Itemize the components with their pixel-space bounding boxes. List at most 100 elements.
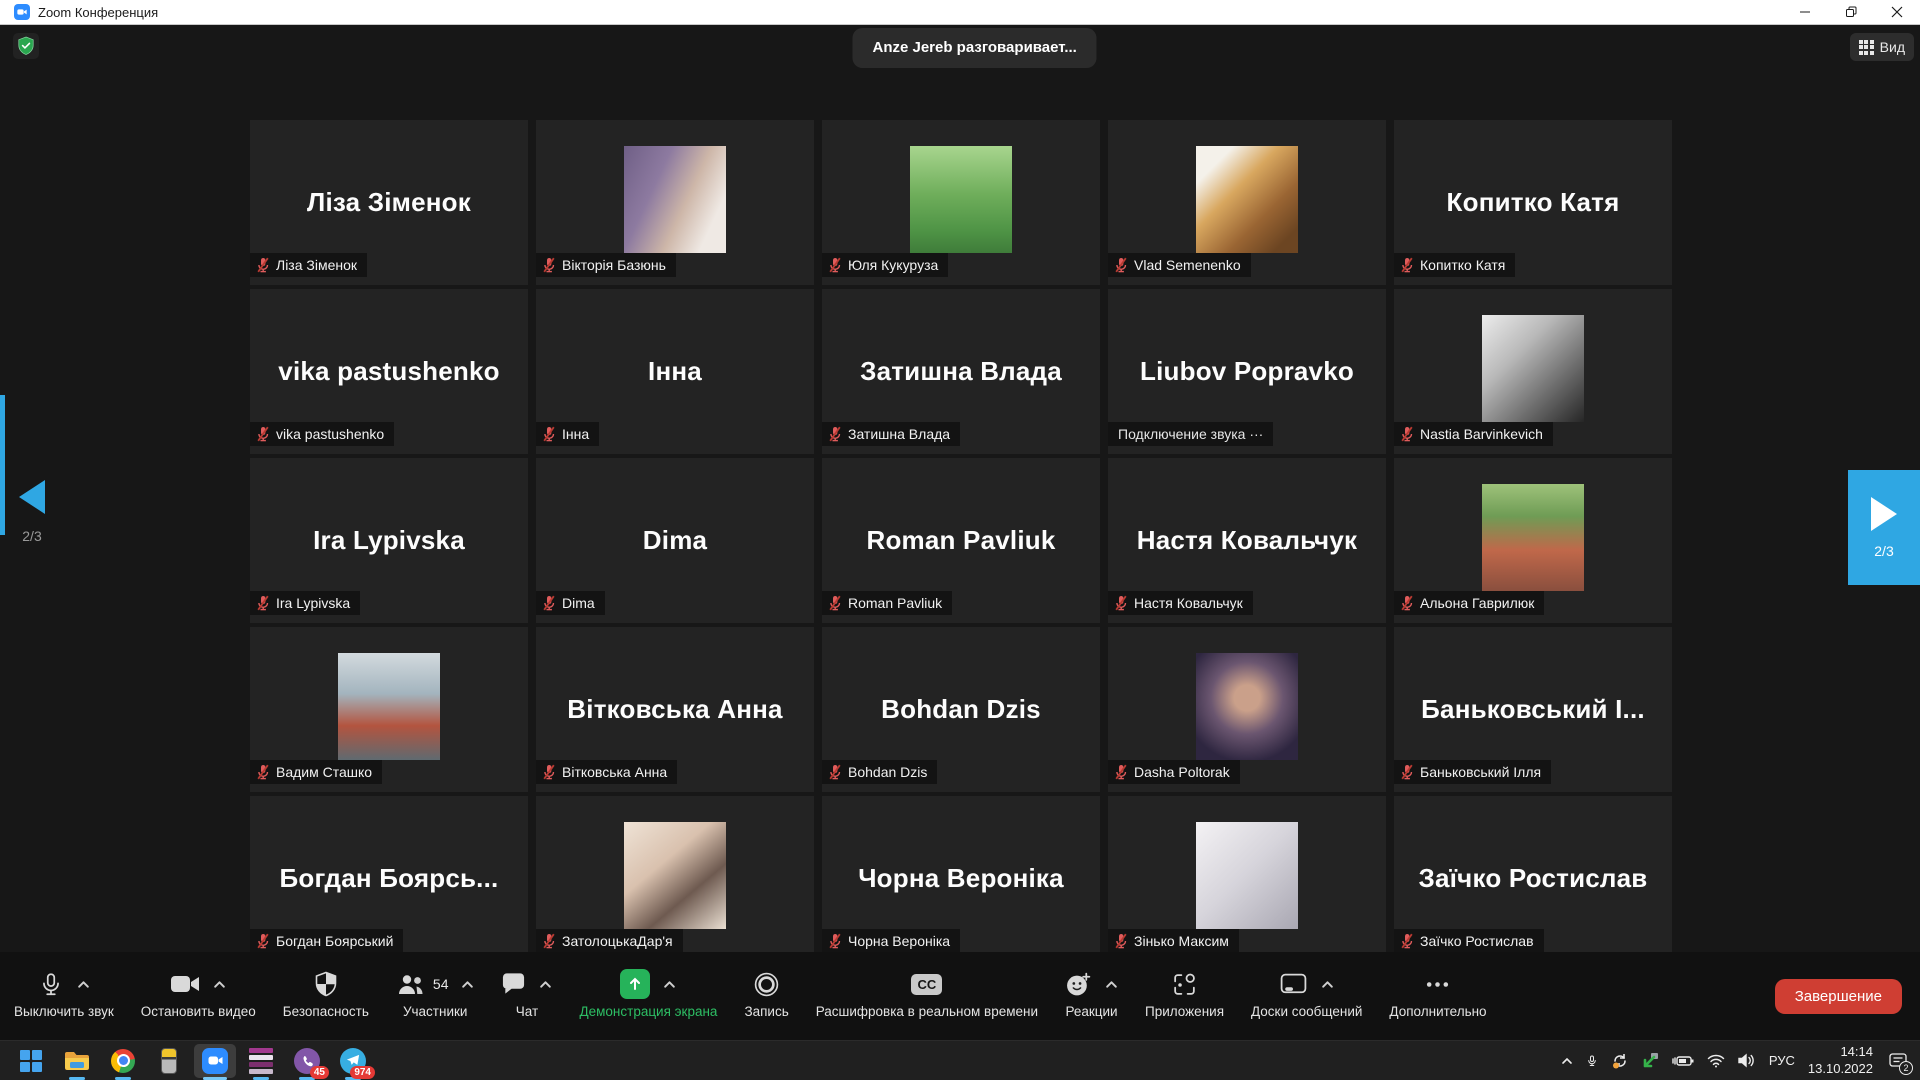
chevron-up-icon[interactable] [539,980,552,989]
muted-mic-icon [828,933,842,949]
language-indicator[interactable]: РУС [1769,1053,1795,1068]
camera-icon [170,973,200,995]
view-button[interactable]: Вид [1850,33,1914,61]
participant-tile[interactable]: Затишна ВладаЗатишна Влада [822,289,1100,454]
minimize-button[interactable] [1782,0,1828,24]
taskbar-telegram-icon[interactable]: 974 [330,1041,376,1080]
toolbar-whiteboards-button[interactable]: Доски сообщений [1251,952,1362,1040]
tray-chevron-up-icon[interactable] [1561,1057,1573,1065]
participant-tile[interactable]: ЗатолоцькаДар'я [536,796,814,961]
chevron-up-icon[interactable] [461,980,474,989]
taskbar-viber-icon[interactable]: 45 [284,1041,330,1080]
toolbar-chat-button[interactable]: Чат [501,952,552,1040]
participant-label-text: Юля Кукуруза [848,257,938,273]
participant-tile[interactable]: Зінько Максим [1108,796,1386,961]
restore-button[interactable] [1828,0,1874,24]
page-indicator-right: 2/3 [1874,543,1893,559]
running-indicator [253,1077,269,1080]
participant-tile[interactable]: Ira LypivskaIra Lypivska [250,458,528,623]
participant-name-label: Богдан Боярський [250,929,403,953]
tray-volume-icon[interactable] [1738,1053,1756,1068]
participant-label-text: Зінько Максим [1134,933,1229,949]
participant-tile[interactable]: Заїчко РостиславЗаїчко Ростислав [1394,796,1672,961]
next-page-control[interactable]: 2/3 [1848,470,1920,585]
taskbar-zoom-icon[interactable] [192,1041,238,1080]
participant-tile[interactable]: Альона Гаврилюк [1394,458,1672,623]
toolbar-apps-button[interactable]: Приложения [1145,952,1224,1040]
toolbar-reactions-button[interactable]: Реакции [1065,952,1118,1040]
system-tray: РУС 14:14 13.10.2022 2 [1561,1044,1920,1077]
participant-tile[interactable]: Bohdan DzisBohdan Dzis [822,627,1100,792]
muted-mic-icon [256,426,270,442]
muted-mic-icon [1400,595,1414,611]
tray-microphone-icon[interactable] [1586,1053,1598,1069]
toolbar-participants-button[interactable]: 54Участники [396,952,475,1040]
chevron-up-icon[interactable] [77,980,90,989]
participant-tile[interactable]: Копитко КатяКопитко Катя [1394,120,1672,285]
toolbar-mute-label: Выключить звук [14,1004,114,1019]
participant-name-label: Інна [536,422,599,446]
muted-mic-icon [542,595,556,611]
participant-photo [1196,146,1298,253]
participant-name-label: Вадим Сташко [250,760,382,784]
toolbar-more-button[interactable]: Дополнительно [1389,952,1486,1040]
toolbar-transcript-button[interactable]: CCРасшифровка в реальном времени [816,952,1038,1040]
participant-tile[interactable]: Roman PavliukRoman Pavliuk [822,458,1100,623]
muted-mic-icon [828,764,842,780]
taskbar-battery-app-icon[interactable] [146,1041,192,1080]
chevron-up-icon[interactable] [663,980,676,989]
muted-mic-icon [1400,426,1414,442]
toolbar-mute-button[interactable]: Выключить звук [14,952,114,1040]
chevron-up-icon[interactable] [1105,980,1118,989]
participant-tile[interactable]: ІннаІнна [536,289,814,454]
participant-tile[interactable]: Богдан Боярсь...Богдан Боярський [250,796,528,961]
tray-usb-eject-icon[interactable] [1642,1052,1659,1069]
meeting-security-shield[interactable] [13,33,39,59]
taskbar-file-explorer-icon[interactable] [54,1041,100,1080]
participant-tile[interactable]: Nastia Barvinkevich [1394,289,1672,454]
participant-label-text: ЗатолоцькаДар'я [562,933,673,949]
previous-page-arrow-icon [19,480,45,514]
participant-tile[interactable]: Настя КовальчукНастя Ковальчук [1108,458,1386,623]
toolbar-record-button[interactable]: Запись [744,952,788,1040]
participant-tile[interactable]: Liubov PopravkoПодключение звука ··· [1108,289,1386,454]
participant-tile[interactable]: Dasha Poltorak [1108,627,1386,792]
view-button-label: Вид [1880,39,1905,55]
participant-tile[interactable]: Баньковський І...Баньковський Ілля [1394,627,1672,792]
tray-wifi-icon[interactable] [1707,1054,1725,1068]
participant-tile[interactable]: Ліза ЗіменокЛіза Зіменок [250,120,528,285]
taskbar-chrome-icon[interactable] [100,1041,146,1080]
participant-label-text: Інна [562,426,589,442]
taskbar-start-icon[interactable] [8,1041,54,1080]
muted-mic-icon [1400,257,1414,273]
taskbar-clock[interactable]: 14:14 13.10.2022 [1808,1044,1873,1077]
close-button[interactable] [1874,0,1920,24]
participant-tile[interactable]: Вадим Сташко [250,627,528,792]
participant-tile[interactable]: DimaDima [536,458,814,623]
chevron-up-icon[interactable] [1321,980,1334,989]
participant-tile[interactable]: Вітковська АннаВітковська Анна [536,627,814,792]
previous-page-control[interactable]: 2/3 [0,480,64,544]
participant-tile[interactable]: Vlad Semenenko [1108,120,1386,285]
participant-tile[interactable]: vika pastushenkovika pastushenko [250,289,528,454]
tray-time: 14:14 [1808,1044,1873,1060]
windows-taskbar: 45974 РУС 14:14 13.10.2022 2 [0,1040,1920,1080]
participant-name-label: Vlad Semenenko [1108,253,1251,277]
participant-label-text: Вітковська Анна [562,764,667,780]
end-meeting-button[interactable]: Завершение [1775,979,1902,1014]
notification-center-icon[interactable]: 2 [1886,1049,1910,1073]
participant-grid: Ліза ЗіменокЛіза ЗіменокВікторія Базюнь Ю… [250,120,1672,961]
toolbar-security-button[interactable]: Безопасность [283,952,369,1040]
tray-sync-icon[interactable] [1611,1052,1629,1070]
participant-name-label: Копитко Катя [1394,253,1515,277]
tray-battery-plug-icon[interactable] [1672,1054,1694,1068]
participant-name-label: Настя Ковальчук [1108,591,1253,615]
participant-tile[interactable]: Чорна ВеронікаЧорна Вероніка [822,796,1100,961]
toolbar-share-button[interactable]: Демонстрация экрана [579,952,717,1040]
toolbar-video-button[interactable]: Остановить видео [141,952,256,1040]
participant-tile[interactable]: Юля Кукуруза [822,120,1100,285]
chevron-up-icon[interactable] [213,980,226,989]
participant-label-text: Dima [562,595,595,611]
participant-tile[interactable]: Вікторія Базюнь [536,120,814,285]
taskbar-winrar-icon[interactable] [238,1041,284,1080]
